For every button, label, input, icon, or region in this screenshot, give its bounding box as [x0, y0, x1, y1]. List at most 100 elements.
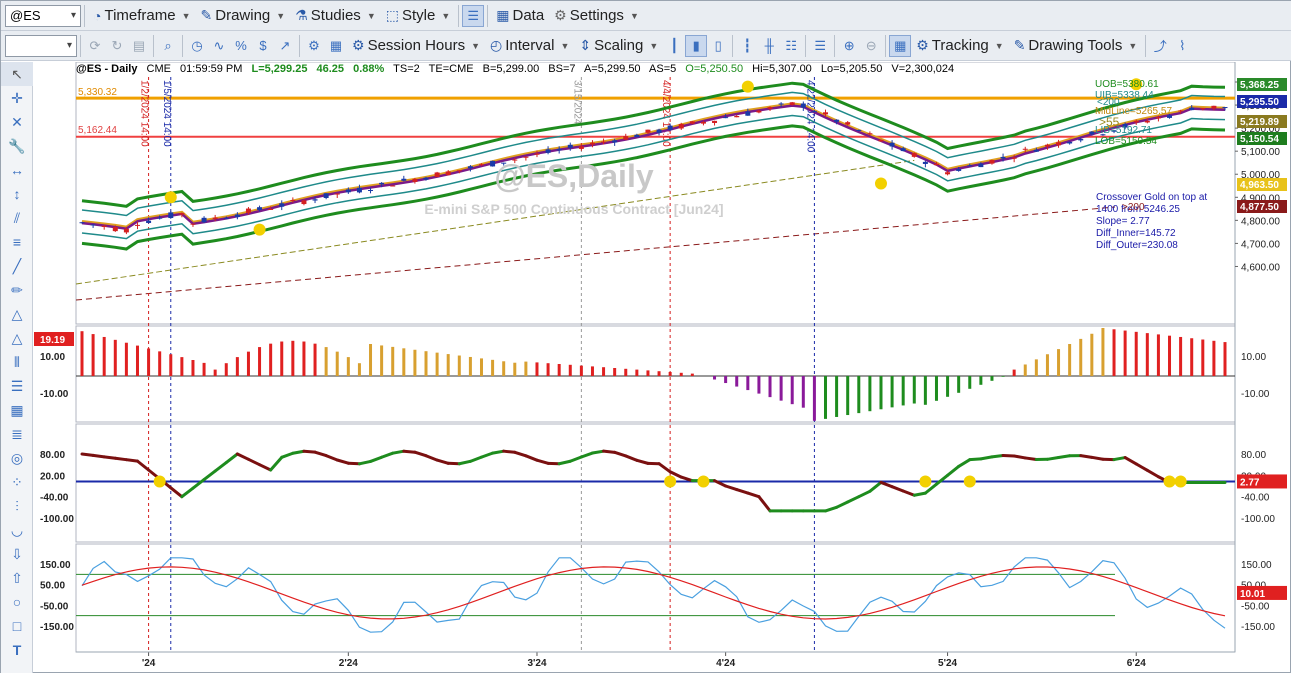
ellipse-icon[interactable]: ○ — [1, 590, 33, 614]
crosshair-icon[interactable]: ✛ — [1, 86, 33, 110]
candle-body — [1033, 149, 1039, 152]
fibonacci-icon[interactable]: ☰ — [1, 374, 33, 398]
channel-icon[interactable]: ⫽ — [1, 206, 33, 230]
chart-canvas[interactable]: 5,400.005,300.005,200.005,100.005,000.00… — [34, 62, 1291, 673]
osc1-segment — [224, 452, 239, 465]
histogram-tick-label: -10.00 — [1241, 389, 1270, 400]
candle-body — [634, 134, 640, 138]
osc1-segment — [990, 453, 1005, 459]
data-button[interactable]: ▦ Data — [491, 4, 549, 28]
candle-body — [379, 182, 385, 185]
toolbar-separator — [299, 34, 300, 57]
style-button[interactable]: ⬚ Style ▼ — [381, 4, 456, 28]
analysis-icon[interactable]: ⌇ — [1171, 35, 1193, 57]
bar-chart-icon[interactable]: ┃ — [663, 35, 685, 57]
scaling-button[interactable]: ⇕ Scaling ▼ — [574, 34, 663, 58]
arc-icon[interactable]: ◡ — [1, 518, 33, 542]
tracking-button[interactable]: ⚙ Tracking ▼ — [911, 34, 1008, 58]
grid-tool-icon[interactable]: ▦ — [1, 398, 33, 422]
crossover-dot — [253, 223, 266, 236]
candle-body — [656, 129, 662, 133]
toolbar-separator — [458, 4, 460, 27]
histogram-bar — [435, 352, 439, 376]
drawing-tools-button[interactable]: ✎ Drawing Tools ▼ — [1009, 34, 1143, 58]
histogram-bar — [391, 346, 395, 376]
drawing-tools-label: Drawing Tools — [1028, 37, 1123, 54]
timeframe-button[interactable]: ◔ Timeframe ▼ — [88, 4, 196, 28]
tiles-icon[interactable]: ▦ — [325, 35, 347, 57]
split-icon[interactable]: ☷ — [780, 35, 802, 57]
grid-icon[interactable]: ▤ — [128, 35, 150, 57]
dots-icon[interactable]: ⁘ — [1, 470, 33, 494]
reload-icon[interactable]: ↻ — [106, 35, 128, 57]
session-hours-button[interactable]: ⚙ Session Hours ▼ — [347, 34, 485, 58]
histogram-bar — [923, 376, 927, 405]
candlestick-icon[interactable]: ▮ — [685, 34, 708, 57]
horizontal-line-icon[interactable]: ↔ — [1, 158, 33, 182]
hollow-candle-icon[interactable]: ▯ — [707, 35, 729, 57]
zoom-data-icon[interactable]: ⌕ — [157, 35, 179, 57]
trend-line-icon[interactable]: ⤴ — [1149, 35, 1171, 57]
spiral-icon[interactable]: ◎ — [1, 446, 33, 470]
candle-body — [645, 129, 651, 133]
osc1-segment — [213, 461, 228, 473]
table-view-icon[interactable]: ▦ — [889, 34, 912, 57]
drawing-button[interactable]: ✎ Drawing ▼ — [196, 4, 291, 28]
dollar-icon[interactable]: $ — [252, 35, 274, 57]
studies-button[interactable]: ⚗ Studies ▼ — [290, 4, 381, 28]
delete-icon[interactable]: ✕ — [1, 110, 33, 134]
pen-icon[interactable]: ✏ — [1, 278, 33, 302]
header-bs: BS=7 — [548, 63, 576, 75]
wrench-icon[interactable]: 🔧 — [1, 134, 33, 158]
settings-button[interactable]: ⚙ Settings ▼ — [549, 4, 644, 28]
interval-combo[interactable]: ▾ — [5, 34, 77, 57]
text-tool-icon[interactable]: T — [1, 638, 33, 662]
histogram-bar — [124, 342, 128, 376]
x-tick-label: '24 — [142, 658, 156, 669]
parallel-lines-icon[interactable]: ≡ — [1, 230, 33, 254]
symbol-combo[interactable]: @ES ▾ — [5, 4, 81, 27]
candle-body — [1155, 117, 1161, 119]
refresh-icon[interactable]: ⟳ — [84, 35, 106, 57]
osc1-cross-dot — [1174, 475, 1187, 488]
histogram-bar — [879, 376, 883, 410]
osc1-cross-dot — [153, 475, 166, 488]
vertical-line-icon[interactable]: ↕ — [1, 182, 33, 206]
wave-icon[interactable]: ∿ — [208, 35, 230, 57]
osc1-segment — [1045, 455, 1061, 461]
triangle-alt-icon[interactable]: △ — [1, 326, 33, 350]
pointer-icon[interactable]: ↖ — [1, 62, 33, 86]
osc1-segment — [746, 491, 761, 499]
rectangle-icon[interactable]: □ — [1, 614, 33, 638]
osc1-segment — [424, 454, 439, 462]
timeframe-label: Timeframe — [104, 7, 176, 24]
osc1-left-tick-label: -100.00 — [40, 514, 74, 525]
arrow-up-icon[interactable]: ⇧ — [1, 566, 33, 590]
interval-button[interactable]: ◴ Interval ▼ — [485, 34, 574, 58]
osc1-segment — [435, 458, 450, 465]
toolbar-separator — [834, 34, 836, 57]
volume-icon[interactable]: ┇ — [736, 35, 758, 57]
measure-icon[interactable]: ⫶ — [1, 494, 33, 518]
triangle-icon[interactable]: △ — [1, 302, 33, 326]
lines-tool-icon[interactable]: ≣ — [1, 422, 33, 446]
speed-icon[interactable]: ◷ — [186, 35, 208, 57]
ohlc-icon[interactable]: ╫ — [758, 35, 780, 57]
gear-small-icon[interactable]: ⚙ — [303, 35, 325, 57]
layout2-icon[interactable]: ☰ — [809, 35, 831, 57]
layout-icon[interactable]: ☰ — [462, 4, 485, 27]
interval-icon: ◴ — [490, 37, 503, 53]
bars-icon[interactable]: ⫴ — [1, 350, 33, 374]
candle-body — [556, 148, 562, 151]
chart-area[interactable]: 5,400.005,300.005,200.005,100.005,000.00… — [34, 62, 1291, 673]
trendline-icon[interactable]: ╱ — [1, 254, 33, 278]
candle-body — [534, 153, 540, 155]
arrow-down-icon[interactable]: ⇩ — [1, 542, 33, 566]
header-last: L=5,299.25 — [251, 63, 308, 75]
zoom-out-icon[interactable]: ⊖ — [860, 35, 882, 57]
price-tick-label: 4,800.00 — [1241, 216, 1280, 227]
zoom-in-icon[interactable]: ⊕ — [838, 35, 860, 57]
flask-icon: ⚗ — [295, 7, 308, 23]
percent-icon[interactable]: % — [230, 35, 252, 57]
trend-icon[interactable]: ↗ — [274, 35, 296, 57]
